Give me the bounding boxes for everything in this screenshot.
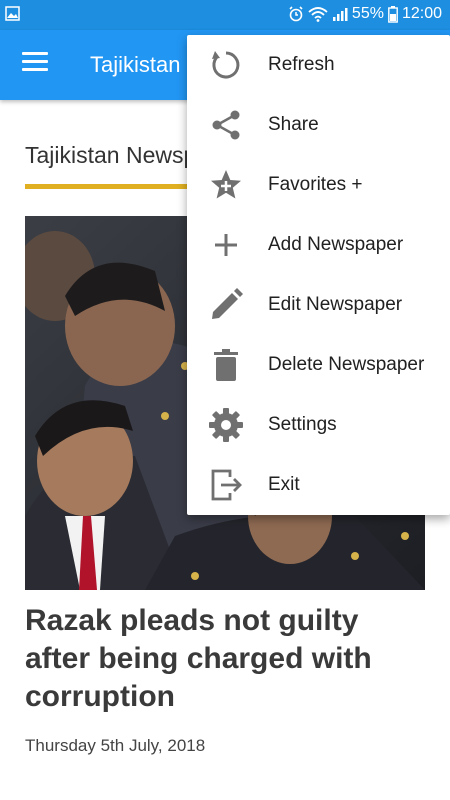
menu-item-label: Edit Newspaper <box>268 294 403 315</box>
menu-item-favorites[interactable]: Favorites + <box>187 155 450 215</box>
status-icons: 55% 12:00 <box>288 5 442 23</box>
article-headline[interactable]: Razak pleads not guilty after being char… <box>25 602 425 716</box>
battery-percent: 55% <box>351 5 384 22</box>
menu-item-label: Settings <box>268 414 337 435</box>
menu-item-edit-newspaper[interactable]: Edit Newspaper <box>187 275 450 335</box>
menu-item-add-newspaper[interactable]: Add Newspaper <box>187 215 450 275</box>
trash-icon <box>214 349 238 381</box>
pencil-icon <box>212 288 243 319</box>
article-date: Thursday 5th July, 2018 <box>25 736 206 755</box>
menu-item-refresh[interactable]: Refresh <box>187 35 450 95</box>
menu-item-label: Refresh <box>268 54 335 75</box>
menu-item-exit[interactable]: Exit <box>187 455 450 515</box>
menu-item-label: Delete Newspaper <box>268 354 425 375</box>
star-plus-icon <box>211 170 241 199</box>
wifi-icon <box>308 7 328 22</box>
menu-item-label: Share <box>268 114 319 135</box>
signal-icon <box>332 8 348 21</box>
menu-item-delete-newspaper[interactable]: Delete Newspaper <box>187 335 450 395</box>
gear-icon <box>209 408 243 442</box>
gallery-notification-icon <box>5 6 20 21</box>
menu-item-label: Favorites + <box>268 174 363 195</box>
overflow-menu: Refresh Share Favorites + Add Newspaper … <box>187 35 450 515</box>
menu-item-label: Exit <box>268 474 300 495</box>
menu-hamburger-icon[interactable] <box>22 52 48 78</box>
status-bar: 55% 12:00 <box>0 0 450 30</box>
plus-icon <box>215 234 237 256</box>
menu-item-share[interactable]: Share <box>187 95 450 155</box>
exit-icon <box>211 469 242 501</box>
share-icon <box>212 110 240 140</box>
menu-item-settings[interactable]: Settings <box>187 395 450 455</box>
battery-icon <box>388 5 398 23</box>
refresh-icon <box>212 51 240 79</box>
clock: 12:00 <box>401 5 442 22</box>
menu-item-label: Add Newspaper <box>268 234 404 255</box>
alarm-icon <box>289 6 303 22</box>
